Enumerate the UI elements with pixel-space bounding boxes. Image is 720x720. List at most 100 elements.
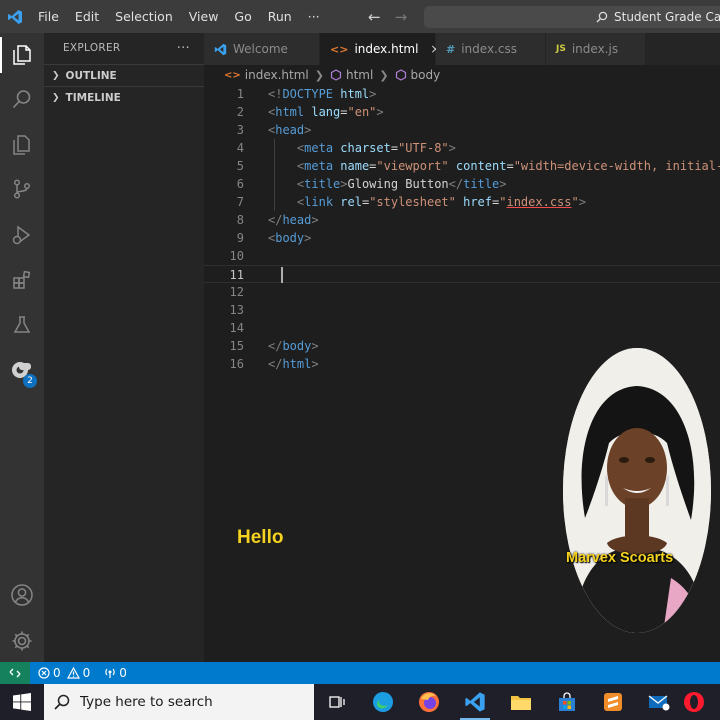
code-token: " xyxy=(571,195,579,209)
breadcrumb-body[interactable]: body xyxy=(411,68,441,82)
subtitle-caption: Hello xyxy=(237,527,284,548)
presenter-name: Marvex Scoarts xyxy=(566,550,674,566)
tab-welcome[interactable]: Welcome xyxy=(204,33,320,65)
code-token: "en" xyxy=(347,105,377,119)
code-line[interactable]: 7 <link rel="stylesheet" href="index.css… xyxy=(204,193,720,211)
presenter-portrait xyxy=(563,348,711,633)
menu-more[interactable]: ··· xyxy=(300,0,328,33)
code-token: content xyxy=(455,159,507,173)
code-line[interactable]: 3 <head> xyxy=(204,121,720,139)
run-debug-icon[interactable] xyxy=(0,213,44,257)
task-view-icon[interactable] xyxy=(314,684,360,720)
code-line[interactable]: 11 xyxy=(204,265,720,283)
tab-label: Welcome xyxy=(233,42,288,56)
code-token: "viewport" xyxy=(376,159,456,173)
firefox-icon[interactable] xyxy=(406,684,452,720)
breadcrumb-file[interactable]: index.html xyxy=(245,68,309,82)
source-control-icon[interactable] xyxy=(0,167,44,211)
vscode-taskbar-icon[interactable] xyxy=(452,684,498,720)
tab-index-css[interactable]: # index.css xyxy=(436,33,546,65)
menu-run[interactable]: Run xyxy=(260,0,300,33)
breadcrumb: <> index.html ❯ html ❯ body xyxy=(204,65,720,85)
code-line[interactable]: 2 <html lang="en"> xyxy=(204,103,720,121)
code-line[interactable]: 9 <body> xyxy=(204,229,720,247)
command-center[interactable]: Student Grade Calculator xyxy=(424,6,720,28)
menu-edit[interactable]: Edit xyxy=(67,0,107,33)
windows-start-icon[interactable] xyxy=(0,684,44,720)
breadcrumb-html[interactable]: html xyxy=(346,68,373,82)
explorer-title: EXPLORER xyxy=(63,42,121,54)
activity-bar: 2 xyxy=(0,33,44,662)
gear-icon[interactable] xyxy=(0,619,44,663)
code-line[interactable]: 8 </head> xyxy=(204,211,720,229)
tab-index-js[interactable]: JS index.js xyxy=(546,33,646,65)
file-explorer-icon[interactable] xyxy=(498,684,544,720)
chevron-right-icon: ❯ xyxy=(52,70,60,81)
extensions-icon[interactable] xyxy=(0,258,44,302)
remote-indicator[interactable] xyxy=(0,662,30,684)
menu-view[interactable]: View xyxy=(181,0,227,33)
code-token: > xyxy=(311,357,319,371)
line-number: 7 xyxy=(236,195,244,209)
chevron-right-icon: ❯ xyxy=(379,68,389,82)
forward-arrow-icon[interactable]: → xyxy=(395,8,408,26)
menu-selection[interactable]: Selection xyxy=(107,0,181,33)
code-token: body xyxy=(275,231,305,245)
ports-indicator[interactable]: 0 xyxy=(104,666,127,680)
navigation-arrows: ← → xyxy=(368,0,407,33)
outline-section[interactable]: ❯ OUTLINE xyxy=(44,64,204,86)
code-token: head xyxy=(275,123,305,137)
account-icon[interactable] xyxy=(0,573,44,617)
code-token: > xyxy=(448,141,456,155)
code-token: = xyxy=(506,159,514,173)
back-arrow-icon[interactable]: ← xyxy=(368,8,381,26)
code-token: > xyxy=(304,231,312,245)
line-number: 10 xyxy=(229,249,244,263)
explorer-sidebar: EXPLORER ··· ❯ OUTLINE ❯ TIMELINE xyxy=(44,33,204,662)
vscode-logo-icon[interactable] xyxy=(0,0,30,33)
code-token: charset xyxy=(340,141,391,155)
remote-icon[interactable]: 2 xyxy=(0,349,44,393)
code-text: <body> xyxy=(268,229,311,247)
code-line[interactable]: 14 xyxy=(204,319,720,337)
timeline-section[interactable]: ❯ TIMELINE xyxy=(44,86,204,108)
code-line[interactable]: 1 <!DOCTYPE html> xyxy=(204,85,720,103)
opera-icon[interactable] xyxy=(682,684,706,720)
outline-label: OUTLINE xyxy=(65,69,117,82)
code-token: meta xyxy=(304,141,341,155)
problems-indicator[interactable]: 0 0 xyxy=(38,666,90,680)
testing-icon[interactable] xyxy=(0,303,44,347)
command-center-label: Student Grade Calculator xyxy=(614,10,720,24)
taskbar-search-input[interactable]: Type here to search xyxy=(44,684,314,720)
code-text: </body> xyxy=(268,337,319,355)
code-token: href xyxy=(463,195,493,209)
explorer-more-button[interactable]: ··· xyxy=(177,41,190,56)
code-token: </ xyxy=(268,339,283,353)
code-text: <link rel="stylesheet" href="index.css"> xyxy=(268,193,586,211)
code-line[interactable]: 6 <title>Glowing Button</title> xyxy=(204,175,720,193)
line-number: 4 xyxy=(236,141,244,155)
code-line[interactable]: 13 xyxy=(204,301,720,319)
store-icon[interactable] xyxy=(544,684,590,720)
sublime-text-icon[interactable] xyxy=(590,684,636,720)
line-number: 12 xyxy=(229,285,244,299)
code-line[interactable]: 4 <meta charset="UTF-8"> xyxy=(204,139,720,157)
code-line[interactable]: 10 xyxy=(204,247,720,265)
search-icon[interactable] xyxy=(0,77,44,121)
warning-count: 0 xyxy=(82,666,91,680)
mail-icon[interactable] xyxy=(636,684,682,720)
explorer-icon[interactable] xyxy=(0,33,44,77)
menu-file[interactable]: File xyxy=(30,0,67,33)
line-number: 2 xyxy=(236,105,244,119)
edge-browser-icon[interactable] xyxy=(360,684,406,720)
js-icon: JS xyxy=(556,44,566,54)
code-line[interactable]: 5 <meta name="viewport" content="width=d… xyxy=(204,157,720,175)
code-token: lang xyxy=(311,105,341,119)
code-token: > xyxy=(340,177,348,191)
copy-files-icon[interactable] xyxy=(0,123,44,167)
menu-go[interactable]: Go xyxy=(226,0,259,33)
code-line[interactable]: 12 xyxy=(204,283,720,301)
line-number: 13 xyxy=(229,303,244,317)
tab-index-html[interactable]: <> index.html × xyxy=(320,33,440,65)
